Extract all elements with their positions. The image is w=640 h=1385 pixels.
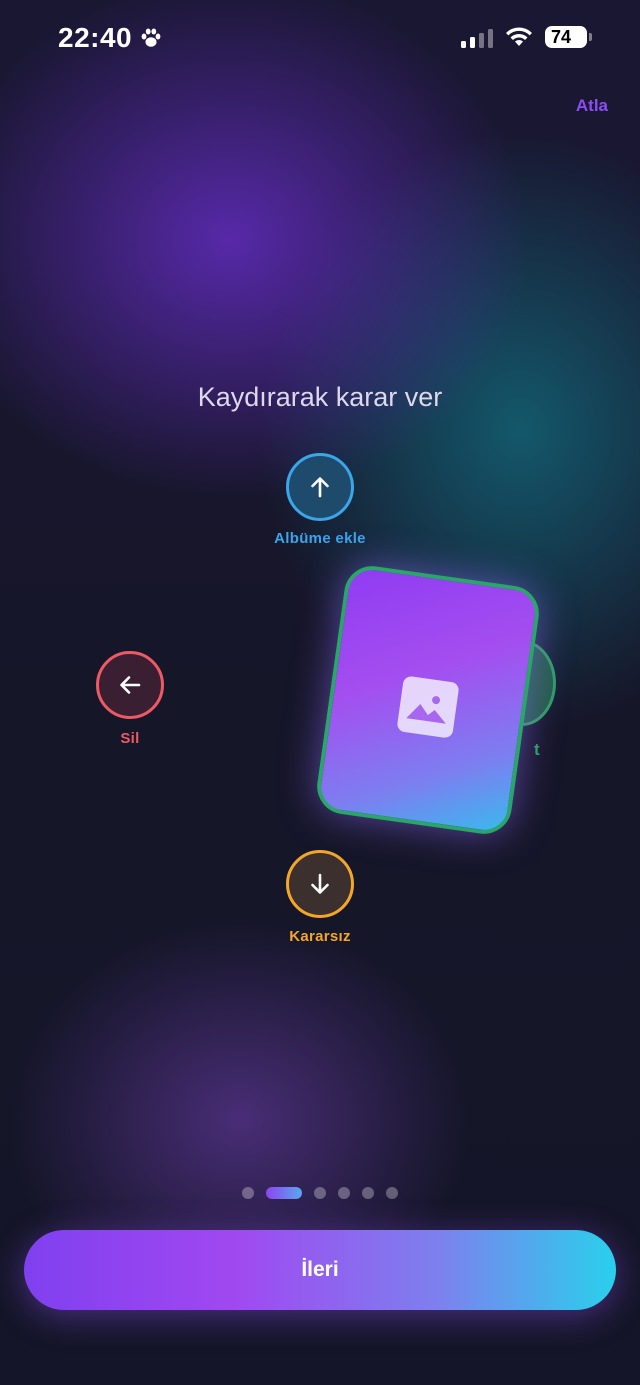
page-dot: [242, 1187, 254, 1199]
arrow-left-icon: [120, 676, 141, 694]
swipe-left-label: Sil: [120, 730, 140, 747]
battery-tip: [589, 33, 592, 41]
page-title: Kaydırarak karar ver: [197, 382, 443, 412]
status-time: 22:40: [58, 22, 133, 53]
page-dot: [362, 1187, 374, 1199]
arrow-down-icon: [311, 873, 329, 894]
image-icon: [396, 675, 460, 739]
cellular-signal-icon: [461, 29, 493, 48]
onboarding-screen: 22:40 74 Atla Kaydırarak karar ver Albüm…: [0, 0, 640, 1385]
next-button[interactable]: İleri: [24, 1230, 616, 1310]
wifi-icon: [506, 27, 532, 46]
arrow-up-icon: [311, 477, 329, 498]
skip-button[interactable]: Atla: [576, 96, 608, 116]
swipe-down-indicator: [286, 850, 354, 918]
page-dot: [386, 1187, 398, 1199]
paw-icon: [141, 28, 161, 47]
swipe-left-indicator: [96, 651, 164, 719]
page-dot-active: [266, 1187, 302, 1199]
swipe-up-indicator: [286, 453, 354, 521]
page-dot: [338, 1187, 350, 1199]
demo-photo-card[interactable]: [313, 562, 543, 838]
page-indicator: [0, 1187, 640, 1199]
page-dot: [314, 1187, 326, 1199]
battery-level: 74: [545, 26, 587, 48]
swipe-up-label: Albüme ekle: [274, 530, 366, 547]
battery-icon: 74: [545, 26, 593, 48]
swipe-down-label: Kararsız: [289, 928, 351, 945]
status-bar: 22:40 74: [0, 0, 640, 76]
